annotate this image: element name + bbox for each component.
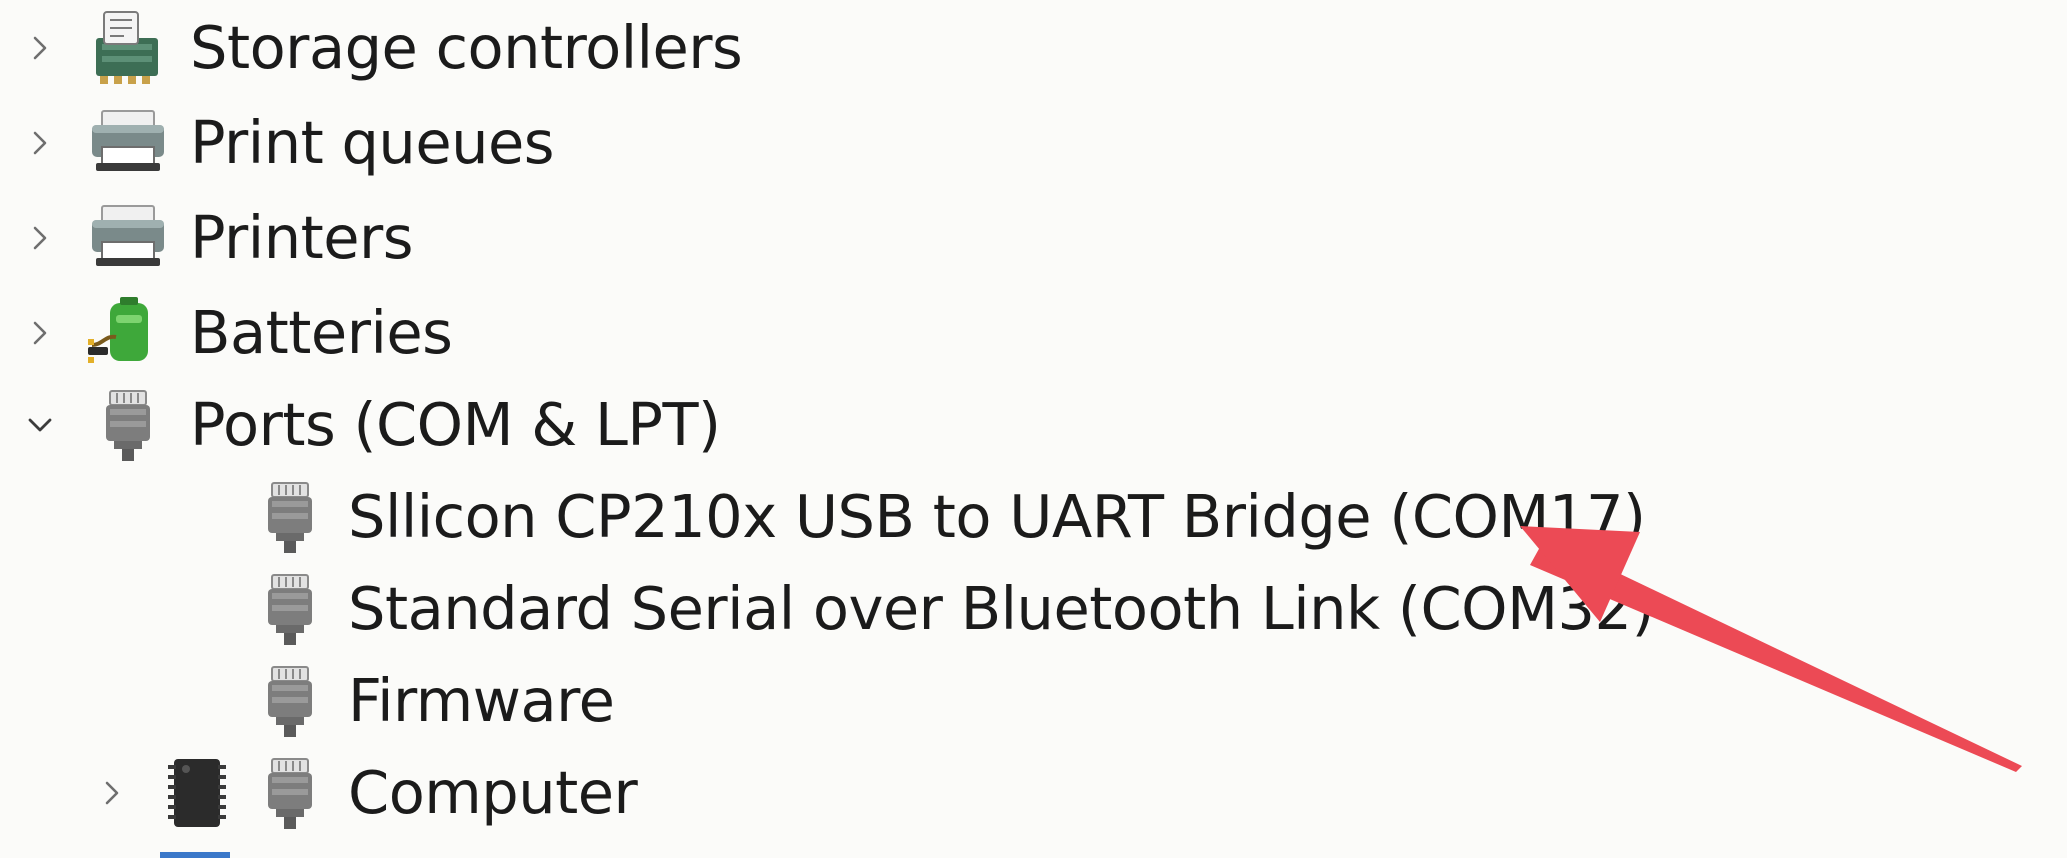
tree-item-label: Ports (COM & LPT) — [190, 390, 721, 459]
tree-item-label: Computer — [348, 758, 638, 827]
tree-item-cp210x-usb-uart[interactable]: Sllicon CP210x USB to UART Bridge (COM17… — [240, 474, 1646, 560]
next-row-selection-hint — [160, 852, 230, 858]
chip-icon — [158, 753, 238, 833]
tree-item-label: Storage controllers — [190, 13, 743, 82]
printer-icon — [88, 103, 168, 183]
tree-item-label: Print queues — [190, 108, 555, 177]
tree-item-computer[interactable]: Computer — [0, 750, 700, 836]
tree-item-label: Standard Serial over Bluetooth Link (COM… — [348, 574, 1655, 643]
port-connector-icon — [250, 569, 330, 649]
chevron-right-icon[interactable] — [27, 35, 53, 61]
chevron-down-icon[interactable] — [27, 412, 53, 438]
storage-controller-icon — [88, 8, 168, 88]
tree-item-printers[interactable]: Printers — [0, 195, 760, 281]
port-connector-icon — [88, 385, 168, 465]
tree-item-print-queues[interactable]: Print queues — [0, 100, 760, 186]
tree-item-firmware[interactable]: Firmware — [240, 658, 840, 744]
port-connector-icon — [250, 477, 330, 557]
battery-icon — [86, 293, 166, 373]
tree-item-storage-controllers[interactable]: Storage controllers — [0, 5, 760, 91]
tree-item-ports-com-lpt[interactable]: Ports (COM & LPT) — [0, 382, 760, 468]
chevron-right-icon[interactable] — [99, 780, 125, 806]
tree-item-bluetooth-serial[interactable]: Standard Serial over Bluetooth Link (COM… — [240, 566, 1655, 652]
device-tree: Storage controllers Print queues Printer… — [0, 0, 2067, 858]
tree-item-batteries[interactable]: Batteries — [0, 290, 760, 376]
chevron-right-icon[interactable] — [27, 225, 53, 251]
chevron-right-icon[interactable] — [27, 130, 53, 156]
tree-item-label: Sllicon CP210x USB to UART Bridge (COM17… — [348, 482, 1646, 551]
port-connector-icon — [250, 661, 330, 741]
tree-item-label: Batteries — [190, 298, 453, 367]
chevron-right-icon[interactable] — [27, 320, 53, 346]
tree-item-label: Printers — [190, 203, 414, 272]
printer-icon — [88, 198, 168, 278]
port-connector-icon — [250, 753, 330, 833]
tree-item-label: Firmware — [348, 666, 615, 735]
